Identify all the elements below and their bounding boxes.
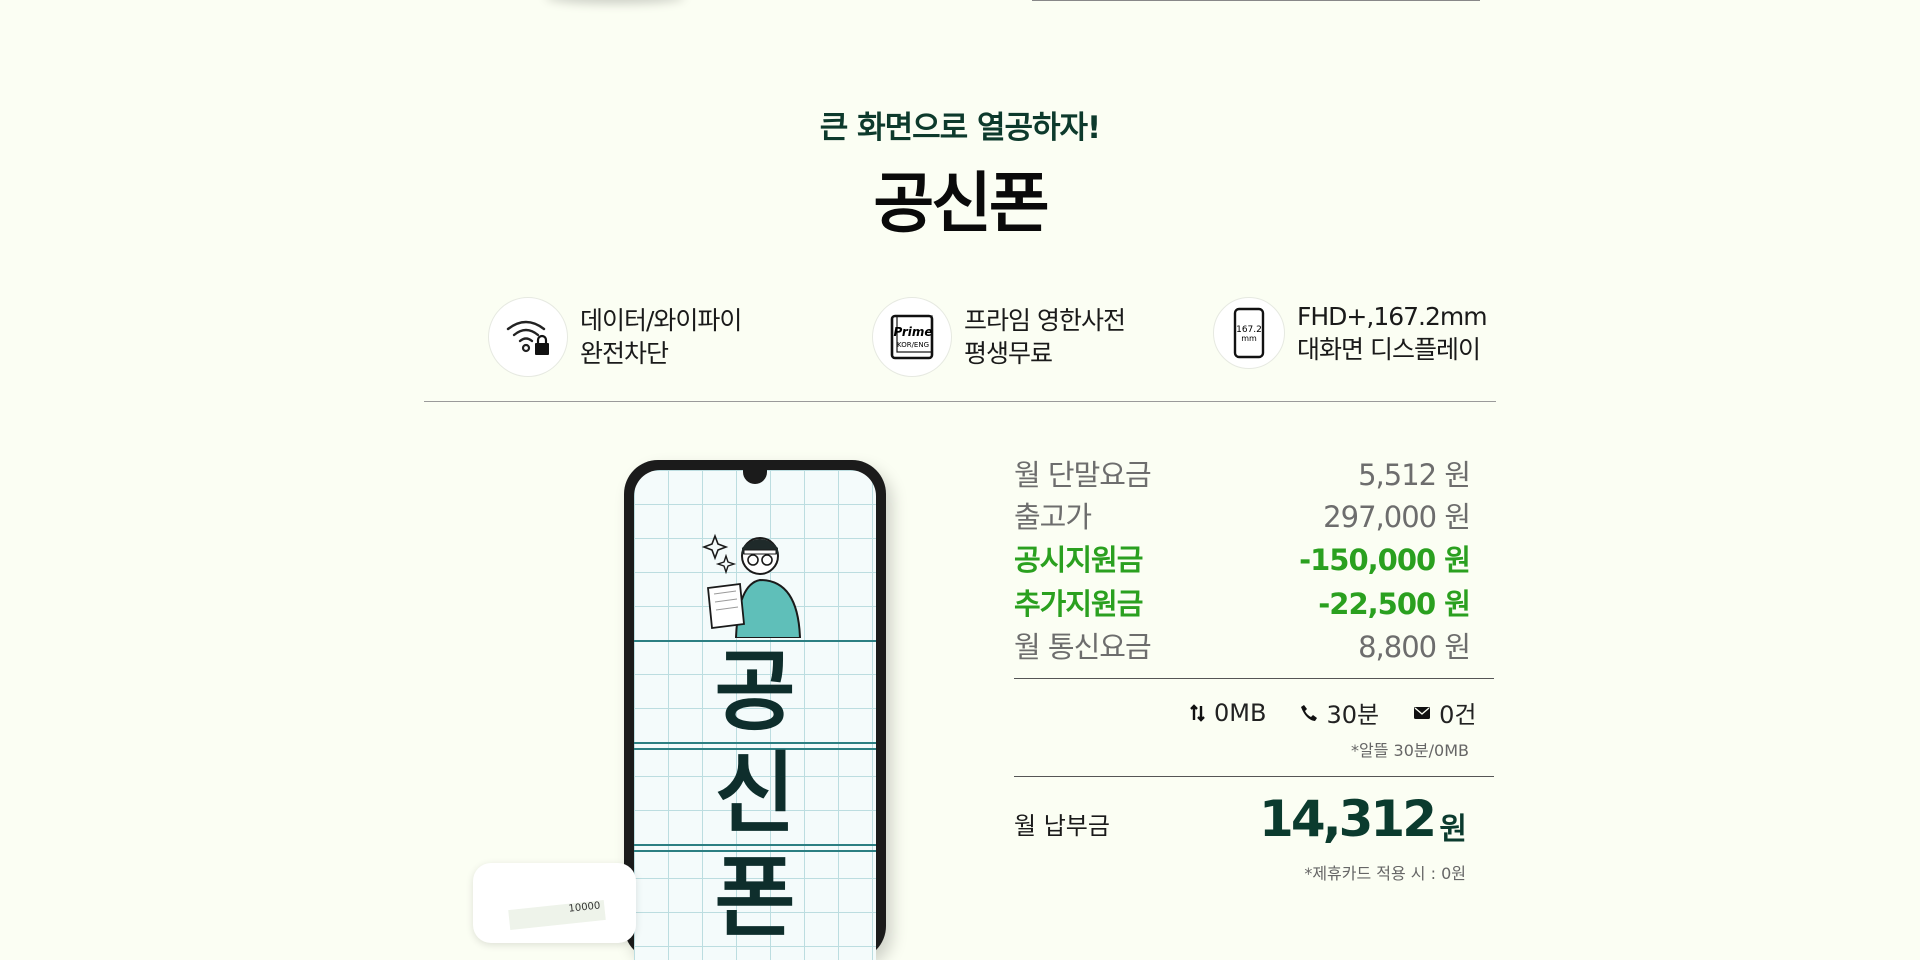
monthly-payment-amount: 14,312 <box>1259 790 1437 848</box>
feature-line-2: 평생무료 <box>964 339 1053 368</box>
price-value: 8,800 원 <box>1358 630 1471 664</box>
feature-divider <box>424 401 1496 402</box>
price-row-subsidy: 공시지원금 -150,000 원 <box>1014 537 1471 579</box>
price-label: 공시지원금 <box>1014 543 1143 577</box>
phone-notch <box>743 470 767 484</box>
usage-message: 0건 <box>1413 695 1476 730</box>
usage-note: *알뜰 30분/0MB <box>1351 741 1469 760</box>
phone-screen: 공 신 폰 <box>634 470 876 960</box>
data-transfer-icon <box>1190 703 1205 722</box>
prime-icon-text: Prime <box>893 325 932 339</box>
product-title: 공신폰 <box>873 165 1049 242</box>
feature-dictionary-block: Prime KOR/ENG 프라임 영한사전 평생무료 <box>872 297 1126 377</box>
monthly-payment-label: 월 납부금 <box>1014 812 1110 840</box>
price-row-telecom: 월 통신요금 8,800 원 <box>1014 624 1471 666</box>
card-discount-note: *제휴카드 적용 시 : 0원 <box>1304 864 1466 883</box>
feature-line-1: FHD+,167.2mm <box>1297 302 1488 331</box>
price-value: 297,000 원 <box>1323 500 1471 534</box>
price-divider <box>1014 678 1494 679</box>
price-label: 출고가 <box>1014 500 1092 534</box>
screen-char: 공 <box>714 640 796 743</box>
wifi-lock-icon <box>488 297 568 377</box>
usage-value: 0건 <box>1439 701 1477 729</box>
screen-char: 신 <box>714 742 796 845</box>
feature-line-1: 프라임 영한사전 <box>964 306 1126 335</box>
prime-dictionary-icon: Prime KOR/ENG <box>872 297 952 377</box>
phone-size-icon-unit: mm <box>1241 334 1257 343</box>
section-eyebrow: 큰 화면으로 열공하자! <box>819 110 1101 146</box>
usage-call: 30분 <box>1300 695 1379 730</box>
price-row-device: 월 단말요금 5,512 원 <box>1014 452 1471 494</box>
feature-line-2: 완전차단 <box>580 339 669 368</box>
feature-line-2: 대화면 디스플레이 <box>1297 335 1481 364</box>
feature-display-block: 167.2 mm FHD+,167.2mm 대화면 디스플레이 <box>1213 297 1488 369</box>
card-ticket: 10000 <box>508 900 606 930</box>
feature-data-block: 데이터/와이파이 완전차단 <box>488 297 742 377</box>
price-label: 추가지원금 <box>1014 587 1143 621</box>
sim-card-image: 10000 <box>473 863 636 943</box>
phone-size-icon: 167.2 mm <box>1213 297 1285 369</box>
mail-icon <box>1414 706 1431 719</box>
usage-value: 0MB <box>1214 698 1267 727</box>
previous-section-rule <box>1032 0 1480 1</box>
student-mascot-icon <box>701 533 802 638</box>
usage-data: 0MB <box>1190 695 1266 730</box>
payment-divider <box>1014 776 1494 777</box>
monthly-payment-unit: 원 <box>1439 812 1467 847</box>
price-value: 5,512 원 <box>1358 458 1471 492</box>
price-label: 월 통신요금 <box>1014 630 1152 664</box>
feature-line-1: 데이터/와이파이 <box>580 306 742 335</box>
phone-image: 공 신 폰 <box>624 460 886 960</box>
screen-char: 폰 <box>714 846 796 949</box>
usage-value: 30분 <box>1326 701 1380 729</box>
price-value: -22,500 원 <box>1318 587 1471 621</box>
price-row-release: 출고가 297,000 원 <box>1014 494 1471 536</box>
phone-call-icon <box>1301 704 1318 721</box>
price-label: 월 단말요금 <box>1014 458 1152 492</box>
price-value: -150,000 원 <box>1299 543 1471 577</box>
prime-icon-subtext: KOR/ENG <box>897 341 929 349</box>
price-row-extra-subsidy: 추가지원금 -22,500 원 <box>1014 581 1471 623</box>
plan-usage: 0MB 30분 0건 <box>1190 695 1476 730</box>
